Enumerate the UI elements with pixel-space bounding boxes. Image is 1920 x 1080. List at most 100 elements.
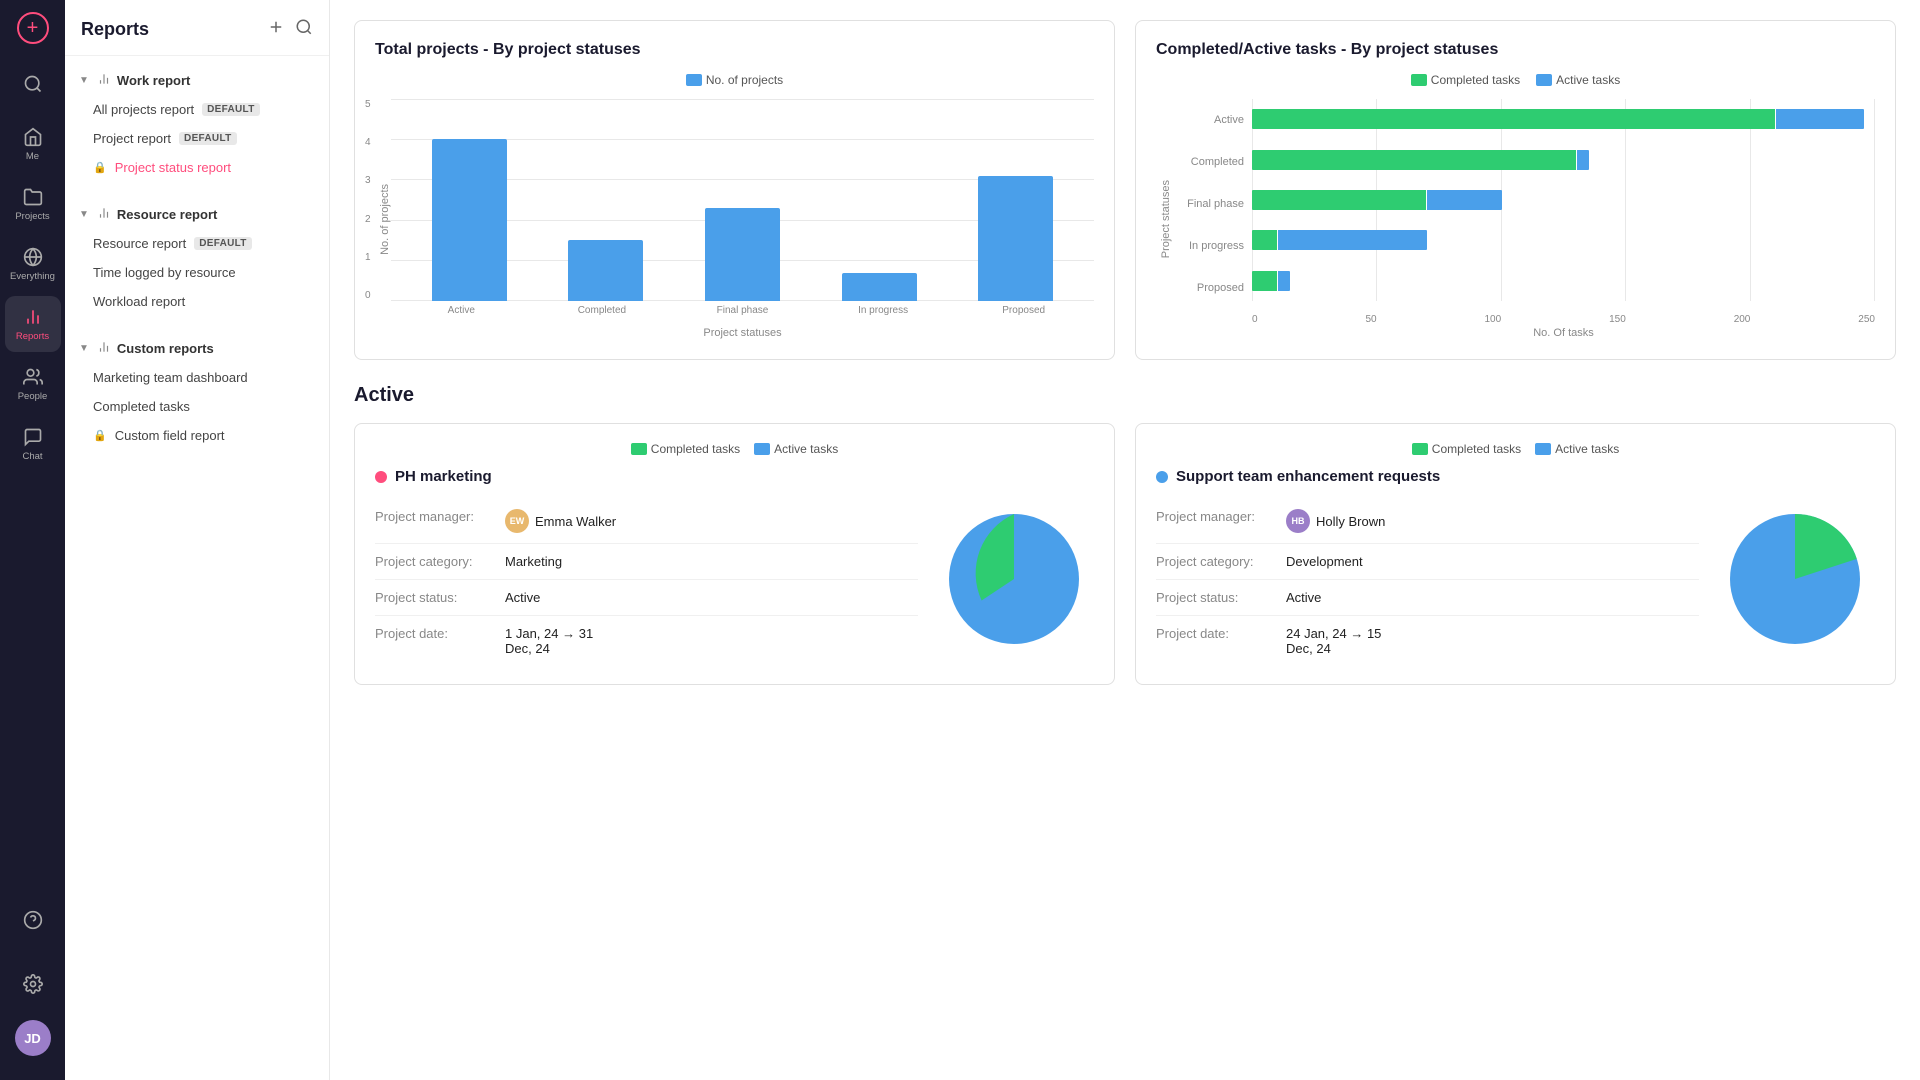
chart1-x-title: Project statuses: [391, 327, 1094, 339]
home-icon: [22, 126, 44, 148]
support-team-pie: [1715, 499, 1875, 659]
support-team-name: Support team enhancement requests: [1156, 468, 1875, 485]
nav-everything[interactable]: Everything: [5, 236, 61, 292]
chart2-y-labels: Active Completed Final phase In progress…: [1172, 99, 1252, 339]
sidebar-search-button[interactable]: [295, 18, 313, 41]
nav-chat[interactable]: Chat: [5, 416, 61, 472]
nav-help[interactable]: [5, 892, 61, 948]
workload-report-label: Workload report: [93, 294, 185, 309]
hbar-in-progress: [1252, 230, 1875, 250]
work-report-section: ▼ Work report All projects report DEFAUL…: [65, 56, 329, 190]
project-cards-row: Completed tasks Active tasks PH marketin…: [354, 423, 1896, 685]
ph-date-row: Project date: 1 Jan, 24 → 31Dec, 24: [375, 616, 918, 666]
time-logged-label: Time logged by resource: [93, 265, 236, 280]
support-manager-row: Project manager: HB Holly Brown: [1156, 499, 1699, 544]
work-report-label: Work report: [117, 73, 190, 88]
total-projects-chart: Total projects - By project statuses No.…: [354, 20, 1115, 360]
charts-row: Total projects - By project statuses No.…: [354, 20, 1896, 360]
custom-field-lock-icon: 🔒: [93, 429, 107, 442]
card1-info: Project manager: EW Emma Walker Project …: [375, 499, 918, 666]
sidebar-item-completed-tasks[interactable]: Completed tasks: [65, 392, 329, 421]
custom-reports-label: Custom reports: [117, 341, 214, 356]
resource-report-label: Resource report: [117, 207, 217, 222]
sidebar-item-project-status-report[interactable]: 🔒 Project status report: [65, 153, 329, 182]
chart1-legend: No. of projects: [375, 73, 1094, 87]
add-button[interactable]: +: [17, 12, 49, 44]
sidebar-item-custom-field-report[interactable]: 🔒 Custom field report: [65, 421, 329, 450]
bar-active: [432, 139, 507, 301]
chart2-legend: Completed tasks Active tasks: [1156, 73, 1875, 87]
nav-everything-label: Everything: [10, 271, 55, 282]
sidebar-item-marketing-dashboard[interactable]: Marketing team dashboard: [65, 363, 329, 392]
all-projects-report-label: All projects report: [93, 102, 194, 117]
ph-marketing-dot: [375, 471, 387, 483]
nav-me-label: Me: [26, 151, 39, 162]
folder-icon: [22, 186, 44, 208]
icon-nav: + Me Projects Everything: [0, 0, 65, 1080]
marketing-dashboard-label: Marketing team dashboard: [93, 370, 248, 385]
legend-dot-projects: [686, 74, 702, 86]
legend-active-tasks: [1536, 74, 1552, 86]
nav-reports-label: Reports: [16, 331, 49, 342]
settings-icon: [22, 973, 44, 995]
sidebar-title: Reports: [81, 19, 149, 40]
ph-status-row: Project status: Active: [375, 580, 918, 616]
ph-marketing-pie: [934, 499, 1094, 659]
resource-report-icon: [97, 206, 111, 223]
sidebar-item-resource-report[interactable]: Resource report DEFAULT: [65, 229, 329, 258]
nav-settings[interactable]: [5, 956, 61, 1012]
nav-me[interactable]: Me: [5, 116, 61, 172]
hbar-active: [1252, 109, 1875, 129]
resource-report-chevron: ▼: [79, 209, 89, 220]
work-report-header[interactable]: ▼ Work report: [65, 64, 329, 95]
project-report-label: Project report: [93, 131, 171, 146]
custom-reports-icon: [97, 340, 111, 357]
work-report-chevron: ▼: [79, 75, 89, 86]
all-projects-badge: DEFAULT: [202, 103, 259, 116]
custom-reports-chevron: ▼: [79, 343, 89, 354]
custom-field-report-label: Custom field report: [115, 428, 225, 443]
resource-report-section: ▼ Resource report Resource report DEFAUL…: [65, 190, 329, 324]
nav-projects[interactable]: Projects: [5, 176, 61, 232]
chart1-y-title: No. of projects: [375, 184, 391, 255]
nav-people-label: People: [18, 391, 48, 402]
sidebar-item-all-projects-report[interactable]: All projects report DEFAULT: [65, 95, 329, 124]
card2-info: Project manager: HB Holly Brown Project …: [1156, 499, 1699, 666]
resource-report-header[interactable]: ▼ Resource report: [65, 198, 329, 229]
support-category-row: Project category: Development: [1156, 544, 1699, 580]
project-report-badge: DEFAULT: [179, 132, 236, 145]
custom-reports-header[interactable]: ▼ Custom reports: [65, 332, 329, 363]
hbar-completed: [1252, 150, 1875, 170]
sidebar-add-button[interactable]: [267, 18, 285, 41]
bar-chart-icon: [22, 306, 44, 328]
support-manager-avatar: HB: [1286, 509, 1310, 533]
people-icon: [22, 366, 44, 388]
resource-report-item-label: Resource report: [93, 236, 186, 251]
chart1-title: Total projects - By project statuses: [375, 41, 1094, 59]
user-avatar[interactable]: JD: [15, 1020, 51, 1056]
sidebar-item-workload-report[interactable]: Workload report: [65, 287, 329, 316]
nav-reports[interactable]: Reports: [5, 296, 61, 352]
sidebar-header: Reports: [65, 0, 329, 56]
card1-legend: Completed tasks Active tasks: [375, 442, 1094, 456]
sidebar-actions: [267, 18, 313, 41]
support-date-row: Project date: 24 Jan, 24 → 15Dec, 24: [1156, 616, 1699, 666]
ph-manager-row: Project manager: EW Emma Walker: [375, 499, 918, 544]
bar-completed: [568, 240, 643, 301]
support-team-dot: [1156, 471, 1168, 483]
project-status-report-label: Project status report: [115, 160, 231, 175]
ph-category-row: Project category: Marketing: [375, 544, 918, 580]
bar-in-progress: [842, 273, 917, 301]
sidebar-item-time-logged[interactable]: Time logged by resource: [65, 258, 329, 287]
nav-search[interactable]: [5, 56, 61, 112]
chart2-x-title: No. Of tasks: [1252, 327, 1875, 339]
card1-body: Project manager: EW Emma Walker Project …: [375, 499, 1094, 666]
chart2-x-labels: 0 50 100 150 200 250: [1252, 305, 1875, 325]
nav-people[interactable]: People: [5, 356, 61, 412]
completed-tasks-label: Completed tasks: [93, 399, 190, 414]
card1-legend-completed: [631, 443, 647, 455]
sidebar-item-project-report[interactable]: Project report DEFAULT: [65, 124, 329, 153]
chat-icon: [22, 426, 44, 448]
chart2-y-title: Project statuses: [1156, 180, 1172, 258]
nav-chat-label: Chat: [22, 451, 42, 462]
